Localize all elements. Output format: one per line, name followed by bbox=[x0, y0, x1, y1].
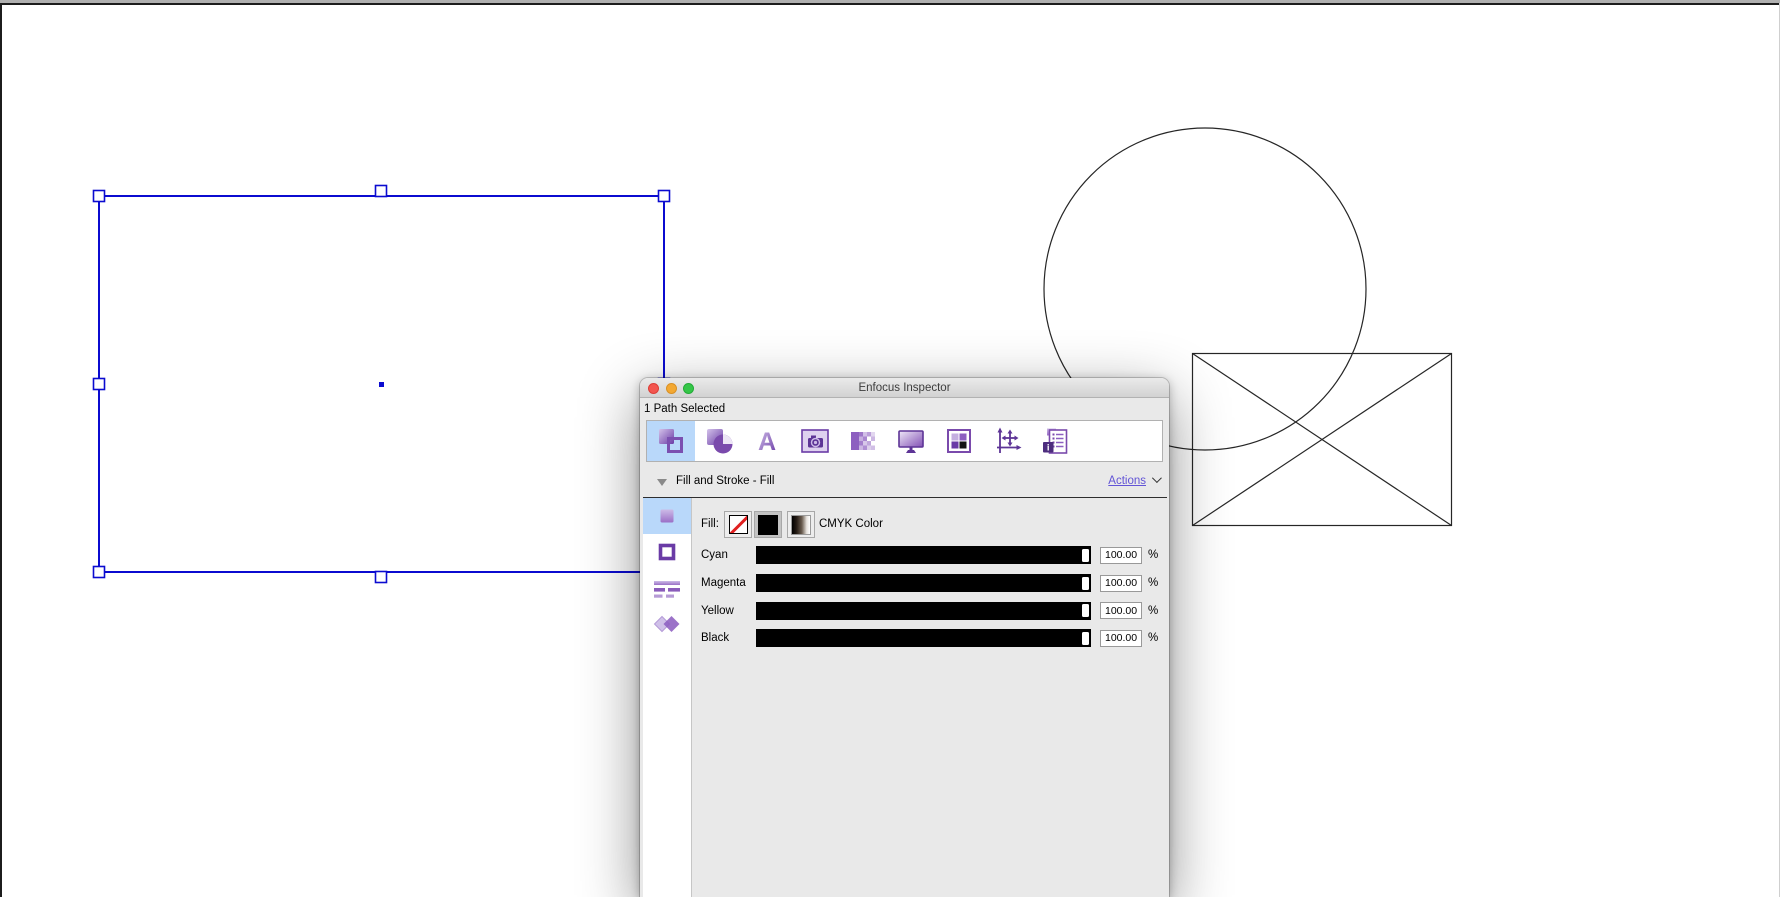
toolbar-tab-position[interactable] bbox=[983, 421, 1031, 461]
position-axes-icon bbox=[997, 427, 1022, 453]
svg-text:A: A bbox=[758, 428, 776, 456]
channel-row-yellow: Yellow % bbox=[640, 601, 1169, 620]
slider-fill bbox=[756, 546, 1091, 564]
toolbar-tab-image[interactable] bbox=[791, 421, 839, 461]
section-title: Fill and Stroke - Fill bbox=[676, 475, 775, 487]
solid-black-icon bbox=[758, 514, 778, 535]
placeholder-rectangle[interactable] bbox=[1191, 352, 1453, 527]
section-divider bbox=[643, 497, 1167, 498]
channel-value-input[interactable] bbox=[1100, 629, 1142, 647]
image-icon bbox=[801, 429, 829, 453]
channel-unit: % bbox=[1148, 632, 1159, 644]
actions-menu[interactable]: Actions bbox=[1108, 473, 1162, 487]
channel-row-magenta: Magenta % bbox=[640, 574, 1169, 592]
channel-unit: % bbox=[1148, 549, 1159, 561]
toolbar-tab-shading[interactable] bbox=[839, 421, 887, 461]
swatch-no-fill[interactable] bbox=[724, 511, 752, 538]
channel-slider[interactable] bbox=[756, 601, 1091, 620]
window-titlebar[interactable]: Enfocus Inspector bbox=[640, 378, 1169, 398]
channel-value-input[interactable] bbox=[1100, 546, 1142, 564]
swatch-gradient[interactable] bbox=[787, 511, 815, 538]
slider-thumb[interactable] bbox=[1081, 630, 1090, 646]
window-title: Enfocus Inspector bbox=[858, 382, 951, 394]
fill-label: Fill: bbox=[701, 518, 719, 530]
channel-row-cyan: Cyan % bbox=[640, 546, 1169, 564]
line-art-icon bbox=[707, 429, 733, 454]
disclosure-triangle-icon[interactable] bbox=[657, 479, 667, 486]
chevron-down-icon bbox=[1151, 473, 1162, 484]
selection-handle-top-mid[interactable] bbox=[374, 184, 388, 198]
channel-row-black: Black % bbox=[640, 629, 1169, 647]
selection-status: 1 Path Selected bbox=[644, 403, 726, 415]
toolbar-tab-prepress[interactable] bbox=[887, 421, 935, 461]
channel-unit: % bbox=[1148, 604, 1159, 617]
channel-value-input[interactable] bbox=[1100, 602, 1142, 619]
slider-thumb[interactable] bbox=[1081, 575, 1090, 591]
slider-thumb[interactable] bbox=[1081, 547, 1090, 563]
slider-fill bbox=[756, 574, 1091, 592]
channel-slider[interactable] bbox=[756, 629, 1091, 647]
slider-thumb[interactable] bbox=[1081, 603, 1090, 618]
toolbar-tab-summary[interactable]: i bbox=[1031, 421, 1079, 461]
inspector-toolbar: A i bbox=[646, 420, 1163, 462]
section-header: Fill and Stroke - Fill Actions bbox=[640, 470, 1169, 496]
slider-fill bbox=[756, 629, 1091, 647]
selection-handle-top-left[interactable] bbox=[92, 189, 106, 203]
text-icon: A bbox=[758, 428, 776, 456]
channel-label: Yellow bbox=[701, 604, 734, 617]
selection-center-point bbox=[379, 382, 384, 387]
fill-row: Fill: CMYK Color bbox=[640, 511, 1169, 538]
swatch-solid-black[interactable] bbox=[754, 511, 782, 538]
channel-label: Black bbox=[701, 632, 730, 644]
channel-slider[interactable] bbox=[756, 574, 1091, 592]
shading-pattern-icon bbox=[851, 432, 875, 450]
svg-text:i: i bbox=[1047, 443, 1050, 454]
selection-handle-mid-left[interactable] bbox=[92, 377, 106, 391]
slider-fill bbox=[756, 601, 1091, 620]
toolbar-tab-fill-and-stroke[interactable] bbox=[647, 421, 695, 461]
gradient-icon bbox=[791, 514, 811, 535]
display-icon bbox=[898, 430, 924, 453]
channel-label: Cyan bbox=[701, 549, 728, 561]
channel-unit: % bbox=[1148, 577, 1159, 589]
toolbar-tab-separations[interactable] bbox=[935, 421, 983, 461]
selection-handle-bottom-mid[interactable] bbox=[374, 570, 388, 584]
toolbar-tab-line-art[interactable] bbox=[695, 421, 743, 461]
toolbar-tab-text[interactable]: A bbox=[743, 421, 791, 461]
fill-stroke-icon bbox=[659, 429, 683, 453]
summary-icon: i bbox=[1043, 428, 1068, 454]
inspector-window: Enfocus Inspector 1 Path Selected A i Fi… bbox=[640, 378, 1169, 897]
selection-handle-bottom-left[interactable] bbox=[92, 565, 106, 579]
channel-value-input[interactable] bbox=[1100, 574, 1142, 592]
actions-link[interactable]: Actions bbox=[1108, 475, 1146, 487]
no-fill-icon bbox=[728, 515, 748, 534]
channel-label: Magenta bbox=[701, 577, 746, 589]
selection-handle-top-right[interactable] bbox=[657, 189, 671, 203]
fill-colorspace: CMYK Color bbox=[819, 518, 883, 530]
channel-slider[interactable] bbox=[756, 546, 1091, 564]
separations-icon bbox=[947, 429, 971, 453]
